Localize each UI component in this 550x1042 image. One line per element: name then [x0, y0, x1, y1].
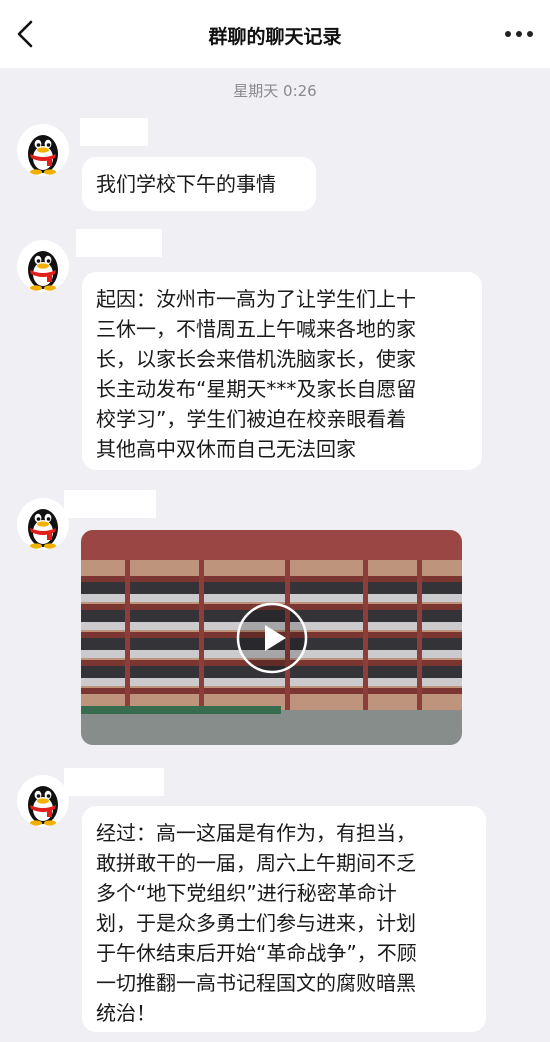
avatar[interactable]	[17, 240, 69, 292]
more-dots-icon	[505, 31, 533, 37]
avatar[interactable]	[17, 775, 69, 827]
message-bubble[interactable]: 起因：汝州市一高为了让学生们上十 三休一，不惜周五上午喊来各地的家 长，以家长会…	[82, 272, 482, 470]
page-title: 群聊的聊天记录	[208, 26, 342, 48]
qq-penguin-avatar-icon	[28, 786, 58, 826]
play-icon[interactable]	[235, 601, 309, 675]
qq-penguin-avatar-icon	[28, 135, 58, 175]
sender-name-redacted	[64, 490, 156, 518]
message-bubble[interactable]: 我们学校下午的事情	[82, 157, 316, 211]
qq-penguin-avatar-icon	[28, 509, 58, 549]
more-button[interactable]	[502, 22, 536, 46]
video-message[interactable]	[81, 530, 462, 745]
avatar[interactable]	[17, 124, 69, 176]
chat-timestamp: 星期天 0:26	[233, 82, 317, 100]
nav-bar: 群聊的聊天记录	[0, 0, 550, 68]
sender-name-redacted	[64, 768, 164, 796]
sender-name-redacted	[76, 229, 162, 257]
qq-penguin-avatar-icon	[28, 251, 58, 291]
message-bubble[interactable]: 经过：高一这届是有作为，有担当， 敢拼敢干的一届，周六上午期间不乏 多个“地下党…	[82, 806, 486, 1032]
sender-name-redacted	[80, 118, 148, 146]
avatar[interactable]	[17, 498, 69, 550]
